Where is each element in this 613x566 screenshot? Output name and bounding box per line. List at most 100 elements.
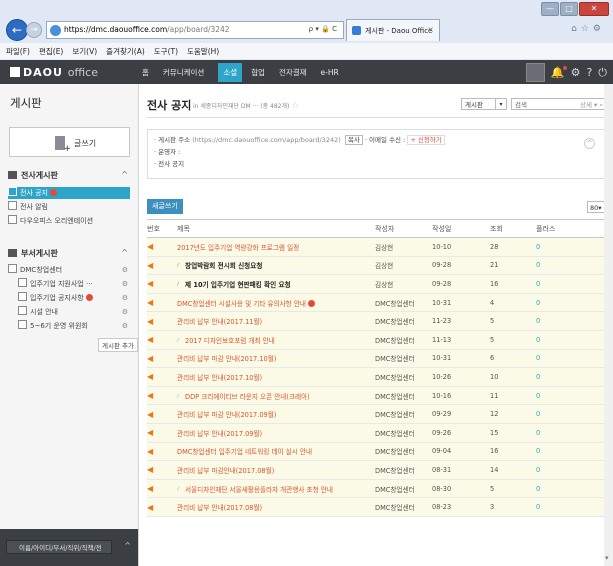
sidebar-item-tenant-notice[interactable]: 입주기업 공지사항 xyxy=(18,292,130,304)
post-title[interactable]: DMC창업센터 시설사용 및 기타 유의사항 안내 xyxy=(177,293,375,313)
gear-icon[interactable]: ⚙ xyxy=(122,308,128,316)
collapse-caret-icon[interactable]: ^ xyxy=(121,170,128,179)
menu-edit[interactable]: 편집(E) xyxy=(39,46,63,57)
post-title[interactable]: ⁄ 2017 디자인보호포럼 개최 안내 xyxy=(177,330,375,350)
post-title-text[interactable]: 관리비 납부 마감안내(2017.08월) xyxy=(177,467,274,475)
table-row[interactable]: ◀ 관리비 납부 안내(2017.09월) DMC창업센터 09-26 15 0 xyxy=(147,423,607,443)
new-post-button[interactable]: 새글쓰기 xyxy=(147,199,183,214)
subscribe-button[interactable]: + 신청하기 xyxy=(407,135,445,145)
post-title-text[interactable]: 서울디자인재단 서울새활용플라자 개관행사 초청 안내 xyxy=(185,486,333,494)
table-row[interactable]: ◀ ⁄ DDP 크리에이티브 라운지 오픈 안내(크레아) DMC창업센터 10-16 1… xyxy=(147,386,607,406)
home-icon[interactable]: ⌂ xyxy=(571,24,581,34)
logout-power-icon[interactable]: ⏻ xyxy=(598,66,607,80)
post-title[interactable]: 관리비 납부 마감 안내(2017.10월) xyxy=(177,349,375,369)
menu-view[interactable]: 보기(V) xyxy=(72,46,97,57)
section-company-boards[interactable]: 전사게시판 xyxy=(8,170,58,181)
sidebar-item-dept[interactable]: DMC창업센터 xyxy=(8,264,130,276)
col-views[interactable]: 조회 xyxy=(490,219,536,238)
search-input[interactable]: 검색 상세 ▾ ⌕ xyxy=(511,98,607,110)
post-title[interactable]: ⁄ DDP 크리에이티브 라운지 오픈 안내(크레아) xyxy=(177,386,375,406)
forward-arrow-icon[interactable]: → xyxy=(26,22,42,38)
post-title[interactable]: 관리비 납부 마감 안내(2017.09월) xyxy=(177,404,375,424)
notification-bell-icon[interactable]: 🔔 xyxy=(551,66,567,79)
table-row[interactable]: ◀ DMC창업센터 시설사용 및 기타 유의사항 안내 DMC창업센터 10-31 4 0 xyxy=(147,293,607,313)
write-button[interactable]: 글쓰기 xyxy=(9,127,130,157)
sidebar-item-committee[interactable]: 5~6기 운영 위원회 xyxy=(18,320,130,332)
post-title-text[interactable]: 관리비 납부 안내(2017.10월) xyxy=(177,374,262,382)
copy-button[interactable]: 복사 xyxy=(344,135,363,145)
gear-icon[interactable]: ⚙ xyxy=(122,280,128,288)
table-row[interactable]: ◀ ⁄ 제 10기 입주기업 현판패킹 확인 요청 김상현 09-28 16 0 xyxy=(147,274,607,294)
post-title[interactable]: 2017년도 입주기업 역량강화 프로그램 일정 xyxy=(177,237,375,257)
post-title-text[interactable]: DMC창업센터 시설사용 및 기타 유의사항 안내 xyxy=(177,300,306,308)
table-row[interactable]: ◀ ⁄ 창업박람회 전시회 신청요청 김상현 09-28 21 0 xyxy=(147,256,607,276)
post-title[interactable]: ⁄ 서울디자인재단 서울새활용플라자 개관행사 초청 안내 xyxy=(177,479,375,499)
post-title-text[interactable]: 2017 디자인보호포럼 개최 안내 xyxy=(185,337,275,345)
table-row[interactable]: ◀ 관리비 납부 마감 안내(2017.10월) DMC창업센터 10-31 6 0 xyxy=(147,349,607,369)
nav-social[interactable]: 소셜 xyxy=(218,62,243,82)
post-title[interactable]: DMC창업센터 입주기업 네트워킹 데이 실시 안내 xyxy=(177,442,375,462)
post-title-text[interactable]: DDP 크리에이티브 라운지 오픈 안내(크레아) xyxy=(185,393,310,401)
post-title[interactable]: 관리비 납부 안내(2017.08월) xyxy=(177,497,375,517)
post-title-text[interactable]: DMC창업센터 입주기업 네트워킹 데이 실시 안내 xyxy=(177,448,312,456)
post-title-text[interactable]: 창업박람회 전시회 신청요청 xyxy=(185,262,262,270)
col-plus[interactable]: 플러스 xyxy=(536,219,607,238)
maximize-button[interactable]: □ xyxy=(560,2,578,16)
gear-icon[interactable]: ⚙ xyxy=(122,322,128,330)
col-date[interactable]: 작성일 xyxy=(432,219,490,238)
favorite-star-icon[interactable]: ☆ xyxy=(291,101,299,111)
nav-collaboration[interactable]: 협업 xyxy=(251,67,265,78)
scroll-down-icon[interactable]: ▾ xyxy=(605,554,612,562)
add-board-button[interactable]: 게시판 추가 xyxy=(98,338,138,352)
sidebar-item-alert[interactable]: 전사 알림 xyxy=(8,201,130,213)
col-number[interactable]: 번호 xyxy=(147,219,177,238)
table-row[interactable]: ◀ 2017년도 입주기업 역량강화 프로그램 일정 김상현 10-10 28 0 xyxy=(147,237,607,257)
gear-icon[interactable]: ⚙ xyxy=(122,294,128,302)
address-bar[interactable]: https://dmc.daouoffice.com/app/board/324… xyxy=(46,21,344,39)
browser-tab[interactable]: 게시판 - Daou Office × xyxy=(346,19,440,41)
close-window-button[interactable]: ✕ xyxy=(579,2,609,16)
post-title[interactable]: 관리비 납부 안내(2017.10월) xyxy=(177,367,375,387)
settings-gear-icon[interactable]: ⚙ xyxy=(593,24,605,34)
minimize-button[interactable]: — xyxy=(541,2,559,16)
post-title-text[interactable]: 제 10기 입주기업 현판패킹 확인 요청 xyxy=(185,281,291,289)
post-title[interactable]: 관리비 납부 마감안내(2017.08월) xyxy=(177,460,375,480)
table-row[interactable]: ◀ 관리비 납부 안내(2017.08월) DMC창업센터 08-23 3 0 xyxy=(147,497,607,517)
nav-ehr[interactable]: e-HR xyxy=(321,68,339,77)
menu-favorites[interactable]: 즐겨찾기(A) xyxy=(106,46,145,57)
table-row[interactable]: ◀ ⁄ 서울디자인재단 서울새활용플라자 개관행사 초청 안내 DMC창업센터 08-3… xyxy=(147,479,607,499)
post-title-text[interactable]: 관리비 납부 안내(2017.08월) xyxy=(177,504,262,512)
collapse-caret-icon[interactable]: ^ xyxy=(121,248,128,257)
back-arrow-icon[interactable]: ← xyxy=(6,19,28,41)
menu-help[interactable]: 도움말(H) xyxy=(187,46,219,57)
avatar[interactable] xyxy=(525,63,545,82)
post-title-text[interactable]: 2017년도 입주기업 역량강화 프로그램 일정 xyxy=(177,244,299,252)
post-title-text[interactable]: 관리비 납부 마감 안내(2017.09월) xyxy=(177,411,276,419)
favorites-star-icon[interactable]: ☆ xyxy=(581,24,593,34)
section-dept-boards[interactable]: 부서게시판 xyxy=(8,248,58,259)
nav-communication[interactable]: 커뮤니케이션 xyxy=(163,67,204,78)
chevron-up-icon[interactable]: ^ xyxy=(124,541,131,550)
tab-close-icon[interactable]: × xyxy=(427,25,434,34)
post-title-text[interactable]: 관리비 납부 마감 안내(2017.10월) xyxy=(177,355,276,363)
post-title[interactable]: ⁄ 제 10기 입주기업 현판패킹 확인 요청 xyxy=(177,274,375,294)
table-row[interactable]: ◀ ⁄ 2017 디자인보호포럼 개최 안내 DMC창업센터 11-13 5 0 xyxy=(147,330,607,350)
nav-approval[interactable]: 전자결재 xyxy=(279,67,307,78)
nav-home[interactable]: 홈 xyxy=(142,67,149,78)
address-controls[interactable]: ⍴ ▾ 🔒 C xyxy=(309,25,337,33)
scrollbar[interactable]: ▾ xyxy=(604,84,613,566)
menu-tools[interactable]: 도구(T) xyxy=(154,46,178,57)
table-row[interactable]: ◀ 관리비 납부 안내(2017.11월) DMC창업센터 11-23 5 0 xyxy=(147,311,607,331)
search-scope-select[interactable]: 게시판 ▾ xyxy=(461,98,507,110)
post-title-text[interactable]: 관리비 납부 안내(2017.09월) xyxy=(177,430,262,438)
sidebar-item-notice[interactable]: 전사 공지 xyxy=(8,187,130,199)
org-search-input[interactable]: 이름/아이디/부서/직위/직책/전 xyxy=(6,540,112,554)
collapse-info-icon[interactable]: ^ xyxy=(584,138,595,149)
search-icon[interactable]: ⌕ xyxy=(599,101,603,109)
col-title[interactable]: 제목 xyxy=(177,219,375,238)
post-title[interactable]: ⁄ 창업박람회 전시회 신청요청 xyxy=(177,256,375,276)
post-title[interactable]: 관리비 납부 안내(2017.09월) xyxy=(177,423,375,443)
table-row[interactable]: ◀ 관리비 납부 마감 안내(2017.09월) DMC창업센터 09-29 12 0 xyxy=(147,404,607,424)
settings-gear-icon[interactable]: ⚙ xyxy=(571,66,581,79)
search-detail-toggle[interactable]: 상세 ▾ xyxy=(580,101,597,109)
